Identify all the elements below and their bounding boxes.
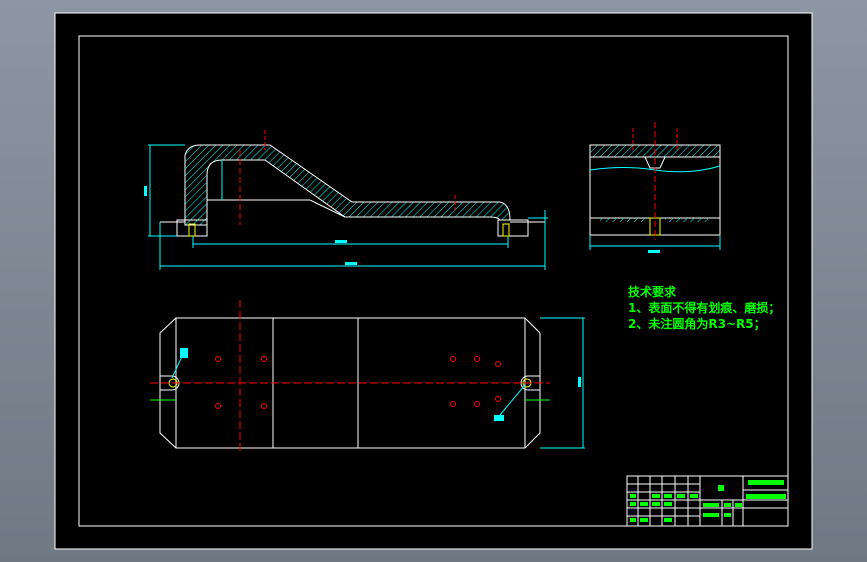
top-view <box>150 300 585 452</box>
right-bolt <box>502 223 510 237</box>
inner-profile <box>206 199 346 236</box>
side-view <box>589 122 721 253</box>
hole <box>474 401 480 407</box>
hole <box>495 361 501 367</box>
leader-label <box>494 415 504 421</box>
dim-text-marker <box>578 377 581 387</box>
hole <box>450 356 456 362</box>
requirement-item-2: 2、未注圆角为R3~R5； <box>628 317 766 331</box>
side-base-hatch-r <box>665 218 710 222</box>
leader-right <box>499 384 526 416</box>
dim-text-marker <box>648 250 660 253</box>
hole <box>215 356 221 362</box>
hole <box>450 401 456 407</box>
sheet-inner-border <box>78 35 789 527</box>
sheet-outer-border <box>54 12 813 550</box>
section-hatch <box>184 144 511 226</box>
left-bolt <box>188 223 196 237</box>
hole <box>215 403 221 409</box>
dim-text-marker <box>144 186 147 196</box>
dim-text-marker <box>345 262 357 265</box>
cad-drawing <box>54 12 813 550</box>
hole <box>261 356 267 362</box>
requirement-item-1: 1、表面不得有划痕、磨损； <box>628 301 781 315</box>
hole <box>261 403 267 409</box>
title-block <box>626 475 789 527</box>
leader-label <box>180 348 188 358</box>
front-section-view <box>144 130 548 270</box>
hole <box>474 356 480 362</box>
technical-requirements-title: 技术要求 <box>628 285 677 299</box>
side-base-hatch-l <box>600 218 645 222</box>
hole <box>495 396 501 402</box>
technical-requirements: 技术要求 1、表面不得有划痕、磨损； 2、未注圆角为R3~R5； <box>628 284 780 332</box>
dim-text-marker <box>335 240 347 243</box>
